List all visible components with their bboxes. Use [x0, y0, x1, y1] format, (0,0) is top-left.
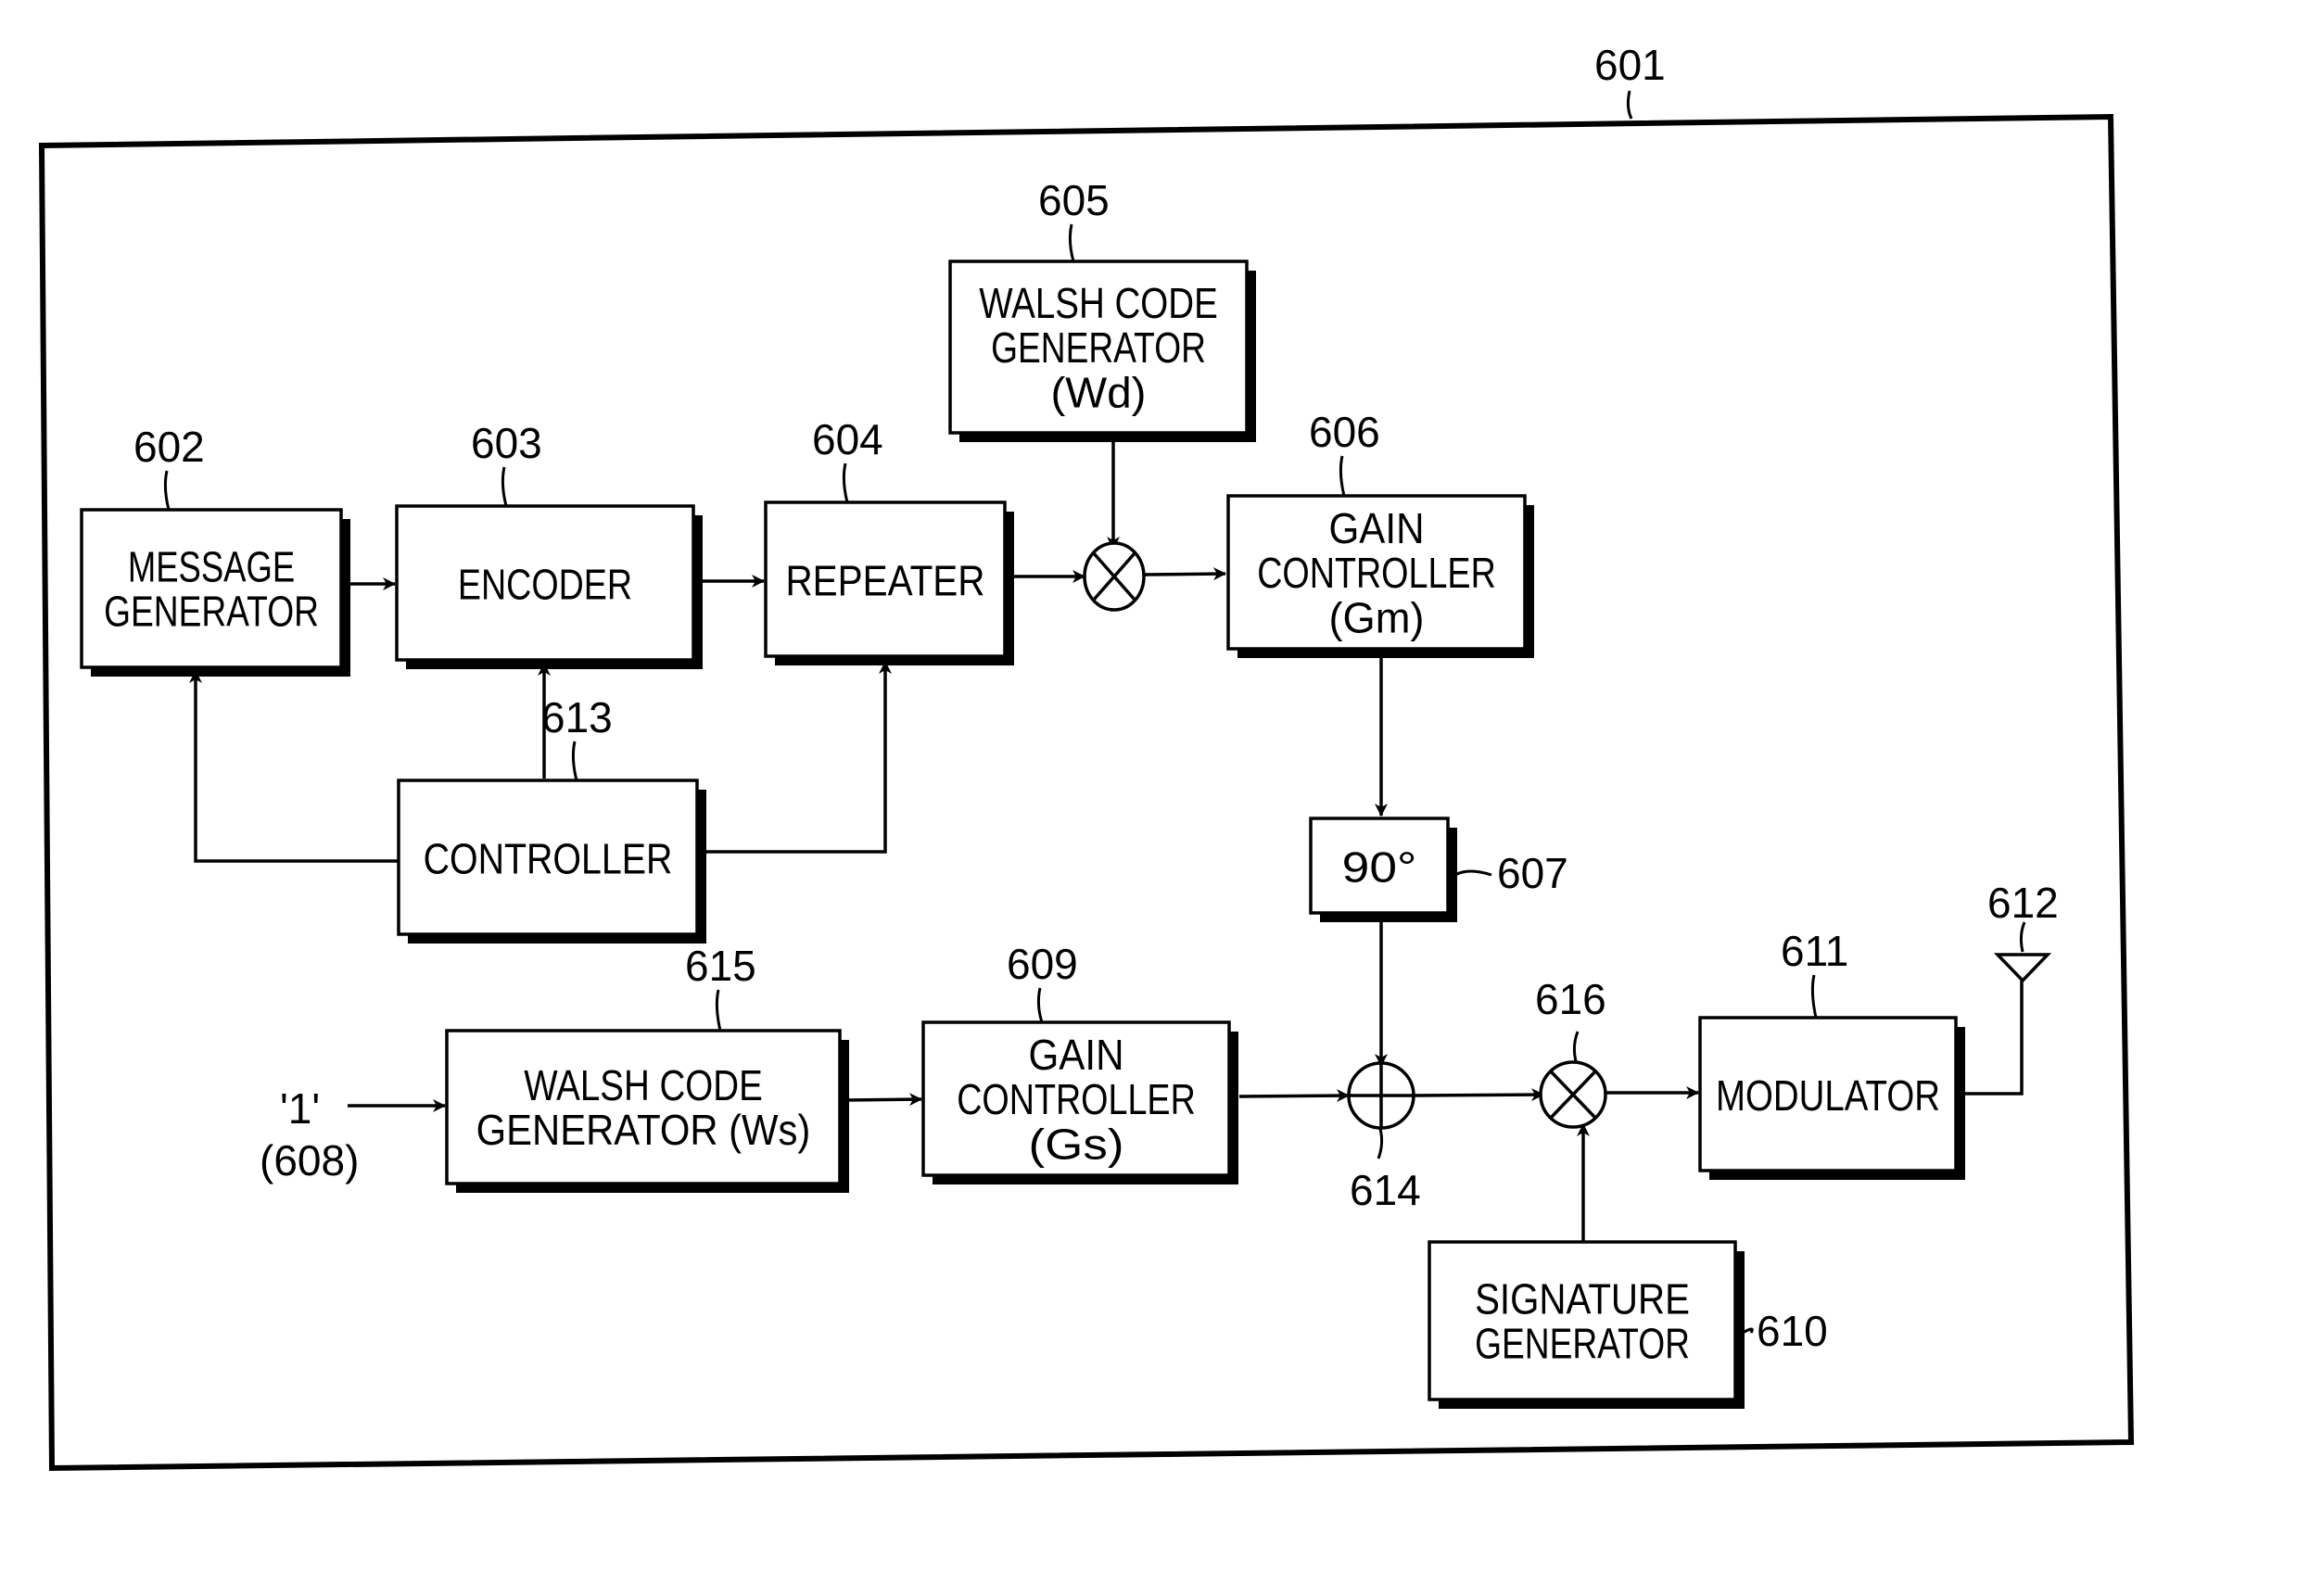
input-value: '1': [280, 1084, 320, 1133]
wire-ctrl-rep: [702, 661, 892, 854]
input-ref: (608): [260, 1136, 359, 1184]
antenna-icon: [1993, 953, 2052, 983]
ref-leader: [715, 989, 722, 1032]
ref-602: 602: [133, 423, 205, 471]
ref-603: 603: [471, 419, 542, 467]
wire-ws-gs: [844, 1093, 922, 1107]
block-label-line: GENERATOR: [104, 588, 319, 636]
block-diagram: 601 MESSAGEGENERATOR602ENCODER603REPEATE…: [38, 41, 2135, 1472]
block-label-line: GAIN: [1028, 1031, 1123, 1079]
leader-601: [1626, 90, 1633, 120]
message-generator-block: MESSAGEGENERATOR 602: [80, 423, 350, 677]
ref-610: 610: [1757, 1307, 1828, 1355]
ref-leader: [842, 462, 849, 503]
ref-616: 616: [1535, 975, 1606, 1023]
block-label-line: GENERATOR: [991, 323, 1206, 372]
signature-generator-block: SIGNATUREGENERATOR 610: [1428, 1240, 1828, 1409]
wire-mult-gm: [1142, 567, 1226, 581]
multiplier-2: [1539, 1060, 1607, 1129]
ref-615: 615: [685, 942, 756, 990]
walsh-code-generator-wd-block: WALSH CODEGENERATOR(Wd) 605: [948, 176, 1256, 442]
ref-605: 605: [1038, 176, 1110, 224]
block-label-line: (Gs): [1028, 1120, 1123, 1168]
block-label-line: CONTROLLER: [1257, 549, 1496, 597]
block-label-line: GENERATOR: [1475, 1320, 1690, 1368]
block-label-line: WALSH CODE: [524, 1061, 763, 1109]
gain-controller-gm-block: GAINCONTROLLER(Gm) 606: [1226, 408, 1534, 658]
ref-612: 612: [1987, 879, 2059, 927]
block-label-line: GAIN: [1328, 504, 1424, 552]
multiplier-1: [1083, 541, 1146, 612]
ref-609: 609: [1007, 940, 1078, 988]
block-label-line: WALSH CODE: [979, 279, 1218, 327]
ref-leader: [1454, 869, 1492, 877]
ref-leader: [1068, 223, 1075, 262]
block-label-line: ENCODER: [458, 560, 632, 608]
ref-leader: [1339, 455, 1346, 497]
gain-controller-gs-block: GAINCONTROLLER(Gs) 609: [921, 940, 1238, 1184]
encoder-block: ENCODER 603: [395, 419, 703, 669]
walsh-code-generator-ws-block: WALSH CODEGENERATOR (Ws) 615: [445, 942, 849, 1193]
ref-601: 601: [1594, 41, 1666, 89]
block-label-line: REPEATER: [785, 556, 984, 604]
repeater-block: REPEATER 604: [764, 415, 1014, 665]
ref-606: 606: [1309, 408, 1380, 456]
ref-leader: [1036, 987, 1044, 1023]
ref-leader: [163, 470, 171, 511]
block-label-line: MESSAGE: [128, 542, 295, 590]
block-label-line: GENERATOR (Ws): [476, 1106, 811, 1154]
ref-614: 614: [1350, 1166, 1421, 1214]
ref-611: 611: [1781, 927, 1848, 975]
wire-ctrl-msg: [189, 670, 399, 863]
adder: [1347, 1061, 1415, 1130]
wire-add-mult2: [1413, 1088, 1544, 1102]
block-label-line: MODULATOR: [1716, 1071, 1940, 1120]
ref-leader: [1810, 974, 1818, 1019]
block-label-line: 90°: [1342, 842, 1417, 891]
ref-604: 604: [812, 415, 883, 463]
ref-613: 613: [541, 693, 613, 741]
wire-mod-antenna: [1962, 981, 2024, 1096]
block-label-line: CONTROLLER: [957, 1075, 1196, 1123]
modulator-block: MODULATOR 611: [1698, 927, 1965, 1180]
ref-607: 607: [1497, 849, 1568, 897]
ref-leader: [501, 466, 508, 507]
block-label-line: CONTROLLER: [424, 834, 673, 882]
phase-shifter-block: 90° 607: [1309, 817, 1568, 922]
block-label-line: (Gm): [1328, 593, 1424, 641]
block-label-line: (Wd): [1050, 368, 1146, 416]
block-label-line: SIGNATURE: [1475, 1274, 1690, 1323]
ref-leader: [571, 741, 578, 781]
controller-block: CONTROLLER 613: [397, 693, 706, 944]
